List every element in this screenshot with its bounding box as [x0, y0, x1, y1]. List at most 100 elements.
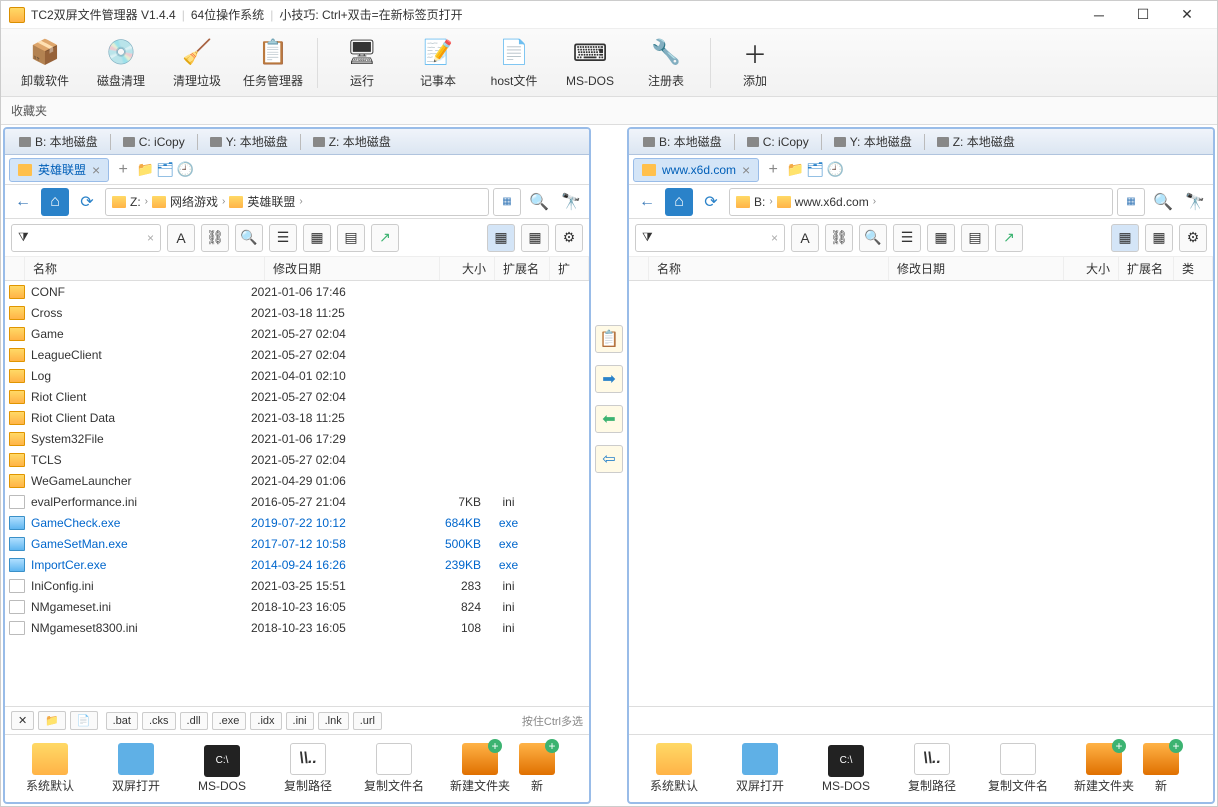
file-list-left[interactable]: CONF2021-01-06 17:46Cross2021-03-18 11:2… — [5, 281, 589, 706]
ext-chip[interactable]: .exe — [212, 712, 247, 730]
export-button[interactable]: ↗ — [995, 224, 1023, 252]
toolbar-notepad-icon[interactable]: 📝记事本 — [402, 34, 474, 91]
search-button[interactable]: 🔍 — [525, 188, 553, 216]
ext-close[interactable]: ✕ — [11, 711, 34, 730]
binoculars-icon[interactable]: 🔭 — [557, 188, 585, 216]
file-row[interactable]: evalPerformance.ini2016-05-27 21:047KBin… — [5, 491, 589, 512]
filter-input[interactable] — [659, 231, 765, 245]
font-button[interactable]: A — [167, 224, 195, 252]
minimize-button[interactable]: ─ — [1087, 5, 1111, 25]
home-button[interactable]: ⌂ — [41, 188, 69, 216]
close-button[interactable]: ✕ — [1175, 5, 1199, 25]
grid-view-button[interactable]: ▦ — [303, 224, 331, 252]
refresh-button[interactable]: ⟳ — [697, 188, 725, 216]
action-新[interactable]: 新 — [527, 743, 547, 794]
ext-chip[interactable]: .bat — [106, 712, 138, 730]
search-button[interactable]: 🔍 — [1149, 188, 1177, 216]
ext-chip[interactable]: .lnk — [318, 712, 349, 730]
move-left-button[interactable]: ⬅ — [595, 405, 623, 433]
col-size[interactable]: 大小 — [440, 257, 495, 280]
action-复制文件名[interactable]: 复制文件名 — [979, 743, 1057, 794]
favorites-bar[interactable]: 收藏夹 — [1, 97, 1217, 125]
link-button[interactable]: ⛓ — [201, 224, 229, 252]
drive-button[interactable]: Z: 本地磁盘 — [305, 131, 399, 152]
file-row[interactable]: NMgameset8300.ini2018-10-23 16:05108ini — [5, 617, 589, 638]
ext-file-icon[interactable]: 📄 — [70, 711, 98, 730]
crumb[interactable]: www.x6d.com — [777, 195, 869, 209]
col-ext[interactable]: 扩展名 — [495, 257, 550, 280]
detail-view-button[interactable]: ▤ — [961, 224, 989, 252]
action-新建文件夹[interactable]: 新建文件夹 — [1065, 743, 1143, 794]
back-button[interactable]: ← — [633, 188, 661, 216]
drive-button[interactable]: Y: 本地磁盘 — [826, 131, 920, 152]
grid-view-button[interactable]: ▦ — [927, 224, 955, 252]
folder-blue-icon[interactable]: 🗂 — [157, 162, 173, 178]
file-row[interactable]: Log2021-04-01 02:10 — [5, 365, 589, 386]
action-新[interactable]: 新 — [1151, 743, 1171, 794]
file-row[interactable]: WeGameLauncher2021-04-29 01:06 — [5, 470, 589, 491]
binoculars-icon[interactable]: 🔭 — [1181, 188, 1209, 216]
col-attr[interactable]: 类 — [1174, 257, 1213, 280]
filter-box-right[interactable]: ⧩ × — [635, 224, 785, 252]
crumb[interactable]: 英雄联盟 — [229, 193, 295, 210]
filter-input[interactable] — [35, 231, 141, 245]
add-tab-button[interactable]: + — [763, 161, 783, 179]
ext-chip[interactable]: .url — [353, 712, 382, 730]
col-name[interactable]: 名称 — [25, 257, 265, 280]
file-row[interactable]: NMgameset.ini2018-10-23 16:05824ini — [5, 596, 589, 617]
detail-view-button[interactable]: ▤ — [337, 224, 365, 252]
drive-button[interactable]: C: iCopy — [115, 133, 193, 151]
list-header-left[interactable]: 名称 修改日期 大小 扩展名 扩 — [5, 257, 589, 281]
options-button[interactable]: ▦ — [493, 188, 521, 216]
link-button[interactable]: ⛓ — [825, 224, 853, 252]
crumb[interactable]: Z: — [112, 195, 141, 209]
folder-blue-icon[interactable]: 🗂 — [807, 162, 823, 178]
list-header-right[interactable]: 名称 修改日期 大小 扩展名 类 — [629, 257, 1213, 281]
file-row[interactable]: LeagueClient2021-05-27 02:04 — [5, 344, 589, 365]
clock-icon[interactable]: 🕘 — [177, 162, 193, 178]
settings-button[interactable]: ⚙ — [555, 224, 583, 252]
breadcrumb-right[interactable]: B:›www.x6d.com› — [729, 188, 1113, 216]
file-row[interactable]: IniConfig.ini2021-03-25 15:51283ini — [5, 575, 589, 596]
crumb[interactable]: 网络游戏 — [152, 193, 218, 210]
options-button[interactable]: ▦ — [1117, 188, 1145, 216]
toolbar-registry-icon[interactable]: 🔧注册表 — [630, 34, 702, 91]
tab-left[interactable]: 英雄联盟 × — [9, 158, 109, 182]
tab-right[interactable]: www.x6d.com × — [633, 158, 759, 182]
filter-box-left[interactable]: ⧩ × — [11, 224, 161, 252]
file-row[interactable]: ImportCer.exe2014-09-24 16:26239KBexe — [5, 554, 589, 575]
file-row[interactable]: TCLS2021-05-27 02:04 — [5, 449, 589, 470]
view-mode2-button[interactable]: ▦ — [1145, 224, 1173, 252]
col-attr[interactable]: 扩 — [550, 257, 589, 280]
col-name[interactable]: 名称 — [649, 257, 889, 280]
toolbar-add-icon[interactable]: ＋添加 — [719, 34, 791, 91]
ext-chip[interactable]: .dll — [180, 712, 208, 730]
list-view-button[interactable]: ☰ — [269, 224, 297, 252]
clear-filter-icon[interactable]: × — [771, 231, 778, 245]
action-复制路径[interactable]: \\..复制路径 — [269, 743, 347, 794]
crumb[interactable]: B: — [736, 195, 765, 209]
settings-button[interactable]: ⚙ — [1179, 224, 1207, 252]
add-tab-button[interactable]: + — [113, 161, 133, 179]
move-right-button[interactable]: ➡ — [595, 365, 623, 393]
file-row[interactable]: Riot Client Data2021-03-18 11:25 — [5, 407, 589, 428]
action-复制文件名[interactable]: 复制文件名 — [355, 743, 433, 794]
col-date[interactable]: 修改日期 — [265, 257, 440, 280]
zoom-button[interactable]: 🔍 — [235, 224, 263, 252]
breadcrumb-left[interactable]: Z:›网络游戏›英雄联盟› — [105, 188, 489, 216]
ext-folder-icon[interactable]: 📁 — [38, 711, 66, 730]
file-row[interactable]: Game2021-05-27 02:04 — [5, 323, 589, 344]
folder-shortcut-icon[interactable]: 📁 — [137, 162, 153, 178]
clear-filter-icon[interactable]: × — [147, 231, 154, 245]
action-复制路径[interactable]: \\..复制路径 — [893, 743, 971, 794]
drive-button[interactable]: Z: 本地磁盘 — [929, 131, 1023, 152]
action-双屏打开[interactable]: 双屏打开 — [97, 743, 175, 794]
view-mode2-button[interactable]: ▦ — [521, 224, 549, 252]
col-date[interactable]: 修改日期 — [889, 257, 1064, 280]
toolbar-disk-clean-icon[interactable]: 💿磁盘清理 — [85, 34, 157, 91]
action-双屏打开[interactable]: 双屏打开 — [721, 743, 799, 794]
ext-chip[interactable]: .idx — [250, 712, 281, 730]
ext-chip[interactable]: .ini — [286, 712, 314, 730]
ext-chip[interactable]: .cks — [142, 712, 176, 730]
action-系统默认[interactable]: 系统默认 — [635, 743, 713, 794]
